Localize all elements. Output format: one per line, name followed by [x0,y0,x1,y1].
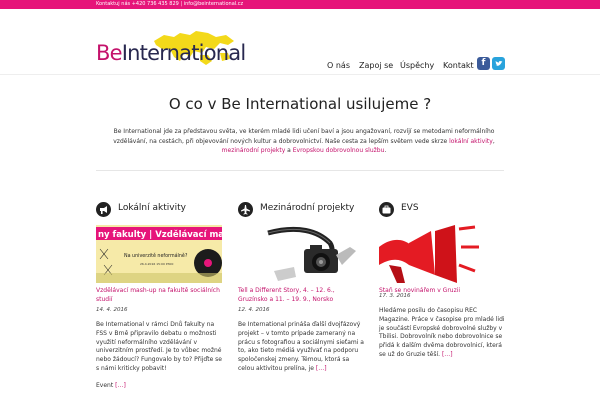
thumb-small-text: 26.4.2016 15:00 P300 [140,262,173,266]
column-header: EVS [379,200,505,220]
top-contact-bar: Kontaktuj nás +420 736 435 829 | info@be… [0,0,600,9]
intro-sep-2: a [285,147,293,154]
intro-end: . [384,147,387,154]
article-excerpt: Be International v rámci Dnů fakulty na … [96,321,222,372]
page-title: O co v Be International usilujeme ? [168,95,432,113]
nav-item-get-involved[interactable]: Zapoj se [359,61,393,70]
article-thumbnail[interactable] [379,225,505,283]
contact-info: Kontaktuj nás +420 736 435 829 | info@be… [96,1,244,7]
article-excerpt: Be International prináša ďalší dvojfázov… [238,321,364,374]
section-divider [96,170,504,171]
thumb-banner-text: ny fakulty | Vzdělávací mash-u [98,229,222,240]
more-prefix: Event [96,382,116,389]
intro-paragraph: Be International jde za představou světa… [98,127,510,156]
article-date: 12. 4. 2016 [238,307,270,313]
nav-item-achievements[interactable]: Úspěchy [400,61,434,70]
column-title: EVS [401,203,419,213]
read-more-link[interactable]: […] [316,365,327,372]
suitcase-icon [379,202,394,217]
article-thumbnail[interactable] [238,225,364,283]
site-header: BeInternational O nás Zapoj se Úspěchy K… [0,9,600,75]
link-evs[interactable]: Evropskou dobrovolnou službu [293,147,385,154]
read-more-link[interactable]: […] [115,382,126,389]
link-international-projects[interactable]: mezinárodní projekty [222,147,286,154]
column-header: Mezinárodní projekty [238,200,364,220]
column-title: Mezinárodní projekty [260,203,355,213]
article-date: 14. 4. 2016 [96,307,128,313]
article-title-link[interactable]: Tell a Different Story, 4. – 12. 6., Gru… [238,287,364,304]
article-date: 17. 3. 2016 [379,293,411,299]
article-more: Event […] [96,382,126,389]
twitter-icon[interactable] [492,57,505,70]
excerpt-text: Be International prináša ďalší dvojfázov… [238,321,364,372]
logo-international: International [121,41,246,65]
article-excerpt: Hledáme posilu do časopisu REC Magazine.… [379,307,505,360]
logo-wordmark: BeInternational [96,41,246,65]
article-thumbnail[interactable]: ny fakulty | Vzdělávací mash-u Na univer… [96,225,222,283]
nav-item-contact[interactable]: Kontakt [443,61,474,70]
site-logo[interactable]: BeInternational [96,27,246,71]
airplane-icon [238,202,253,217]
megaphone-icon [96,202,111,217]
thumb-question: Na univerzitě neformálně? [124,252,188,259]
column-title: Lokální aktivity [118,203,186,213]
article-title-link[interactable]: Vzdělávací mash-up na fakultě sociálních… [96,287,222,304]
intro-sep-1: , [492,137,495,145]
facebook-icon[interactable]: f [477,57,490,70]
intro-text: Be International jde za představou světa… [113,128,495,145]
column-header: Lokální aktivity [96,200,222,220]
read-more-link[interactable]: […] [442,351,453,358]
nav-item-about[interactable]: O nás [327,61,350,70]
link-local-activities[interactable]: lokální aktivity [449,138,493,145]
logo-be: Be [96,41,123,65]
